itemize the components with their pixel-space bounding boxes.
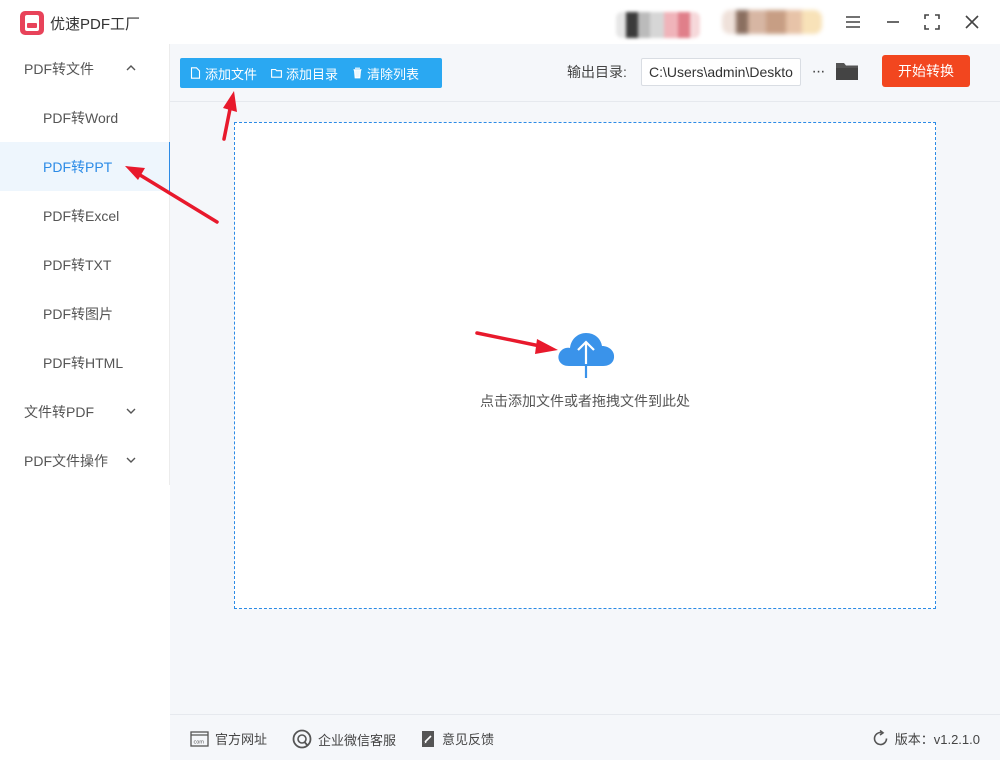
sidebar-item-pdf-to-html[interactable]: PDF转HTML — [0, 338, 170, 387]
sidebar-group-pdf-to-file[interactable]: PDF转文件 — [0, 44, 170, 93]
chevron-down-icon — [126, 457, 136, 463]
sidebar-item-pdf-to-excel[interactable]: PDF转Excel — [0, 191, 170, 240]
start-convert-button[interactable]: 开始转换 — [882, 55, 970, 87]
add-file-button[interactable]: 添加文件 — [180, 58, 261, 88]
sidebar-item-label: PDF转HTML — [43, 354, 124, 371]
add-file-label: 添加文件 — [205, 66, 258, 82]
trash-icon — [353, 67, 362, 79]
website-label: 官方网址 — [215, 732, 268, 747]
sidebar-item-pdf-to-ppt[interactable]: PDF转PPT — [0, 142, 171, 191]
toolbar: 添加文件 添加目录 清除列表 输出目录: C:\Users\admin\Desk… — [170, 44, 1000, 102]
sidebar-group-label: PDF转文件 — [24, 60, 94, 77]
minimize-icon — [887, 21, 899, 23]
sidebar-item-label: PDF转图片 — [43, 305, 113, 322]
sidebar-group-file-to-pdf[interactable]: 文件转PDF — [0, 387, 170, 436]
sidebar-item-pdf-to-image[interactable]: PDF转图片 — [0, 289, 170, 338]
clear-list-label: 清除列表 — [367, 66, 420, 82]
app-title: 优速PDF工厂 — [50, 16, 141, 33]
sidebar-group-label: 文件转PDF — [24, 403, 94, 420]
output-directory-input[interactable]: C:\Users\admin\Deskto — [641, 58, 801, 86]
file-icon — [190, 67, 201, 79]
close-icon — [965, 15, 979, 29]
drop-zone-hint: 点击添加文件或者拖拽文件到此处 — [480, 393, 690, 409]
svg-text:com: com — [194, 739, 205, 745]
add-folder-label: 添加目录 — [286, 66, 339, 82]
sidebar-item-label: PDF转PPT — [43, 158, 113, 175]
sidebar-item-pdf-to-word[interactable]: PDF转Word — [0, 93, 170, 142]
blurred-user-info — [616, 12, 700, 38]
sidebar-item-label: PDF转Word — [43, 109, 119, 126]
title-bar: 优速PDF工厂 — [0, 0, 1000, 44]
feedback-label: 意见反馈 — [442, 732, 495, 747]
sidebar-group-pdf-operations[interactable]: PDF文件操作 — [0, 436, 170, 485]
sidebar-item-label: PDF转Excel — [43, 207, 120, 224]
version-label: 版本：v1.2.1.0 — [894, 732, 980, 747]
add-folder-button[interactable]: 添加目录 — [261, 58, 342, 88]
close-button[interactable] — [960, 10, 984, 34]
folder-icon — [271, 68, 282, 78]
app-logo-icon — [20, 11, 44, 35]
wechat-service-icon — [292, 729, 312, 749]
feedback-icon — [422, 730, 434, 747]
chevron-down-icon — [126, 408, 136, 414]
footer: com 官方网址 企业微信客服 意见反馈 版本：v1.2.1.0 — [170, 714, 1000, 760]
file-drop-zone[interactable]: 点击添加文件或者拖拽文件到此处 — [234, 122, 936, 609]
upload-cloud-icon — [558, 333, 615, 378]
version-info[interactable]: 版本：v1.2.1.0 — [872, 729, 980, 748]
sidebar: PDF转文件 PDF转Word PDF转PPT PDF转Excel PDF转TX… — [0, 44, 171, 485]
browse-more-button[interactable]: ··· — [808, 58, 828, 86]
file-button-group: 添加文件 添加目录 清除列表 — [180, 58, 442, 88]
sidebar-item-label: PDF转TXT — [43, 256, 112, 273]
clear-list-button[interactable]: 清除列表 — [342, 58, 423, 88]
blurred-user-avatar — [722, 10, 822, 34]
main-panel: 添加文件 添加目录 清除列表 输出目录: C:\Users\admin\Desk… — [170, 44, 1000, 714]
open-folder-icon[interactable] — [835, 60, 859, 82]
website-link[interactable]: com 官方网址 — [190, 729, 267, 748]
output-directory-label: 输出目录: — [567, 64, 627, 80]
menu-icon — [846, 16, 860, 28]
wechat-service-link[interactable]: 企业微信客服 — [292, 729, 396, 749]
chevron-up-icon — [126, 65, 136, 71]
refresh-icon — [873, 730, 888, 746]
maximize-icon — [924, 14, 940, 30]
menu-button[interactable] — [841, 10, 865, 34]
minimize-button[interactable] — [881, 10, 905, 34]
sidebar-group-label: PDF文件操作 — [24, 452, 108, 469]
wechat-service-label: 企业微信客服 — [318, 732, 397, 748]
maximize-button[interactable] — [920, 10, 944, 34]
feedback-link[interactable]: 意见反馈 — [420, 729, 494, 748]
sidebar-item-pdf-to-txt[interactable]: PDF转TXT — [0, 240, 170, 289]
website-icon: com — [190, 730, 209, 747]
